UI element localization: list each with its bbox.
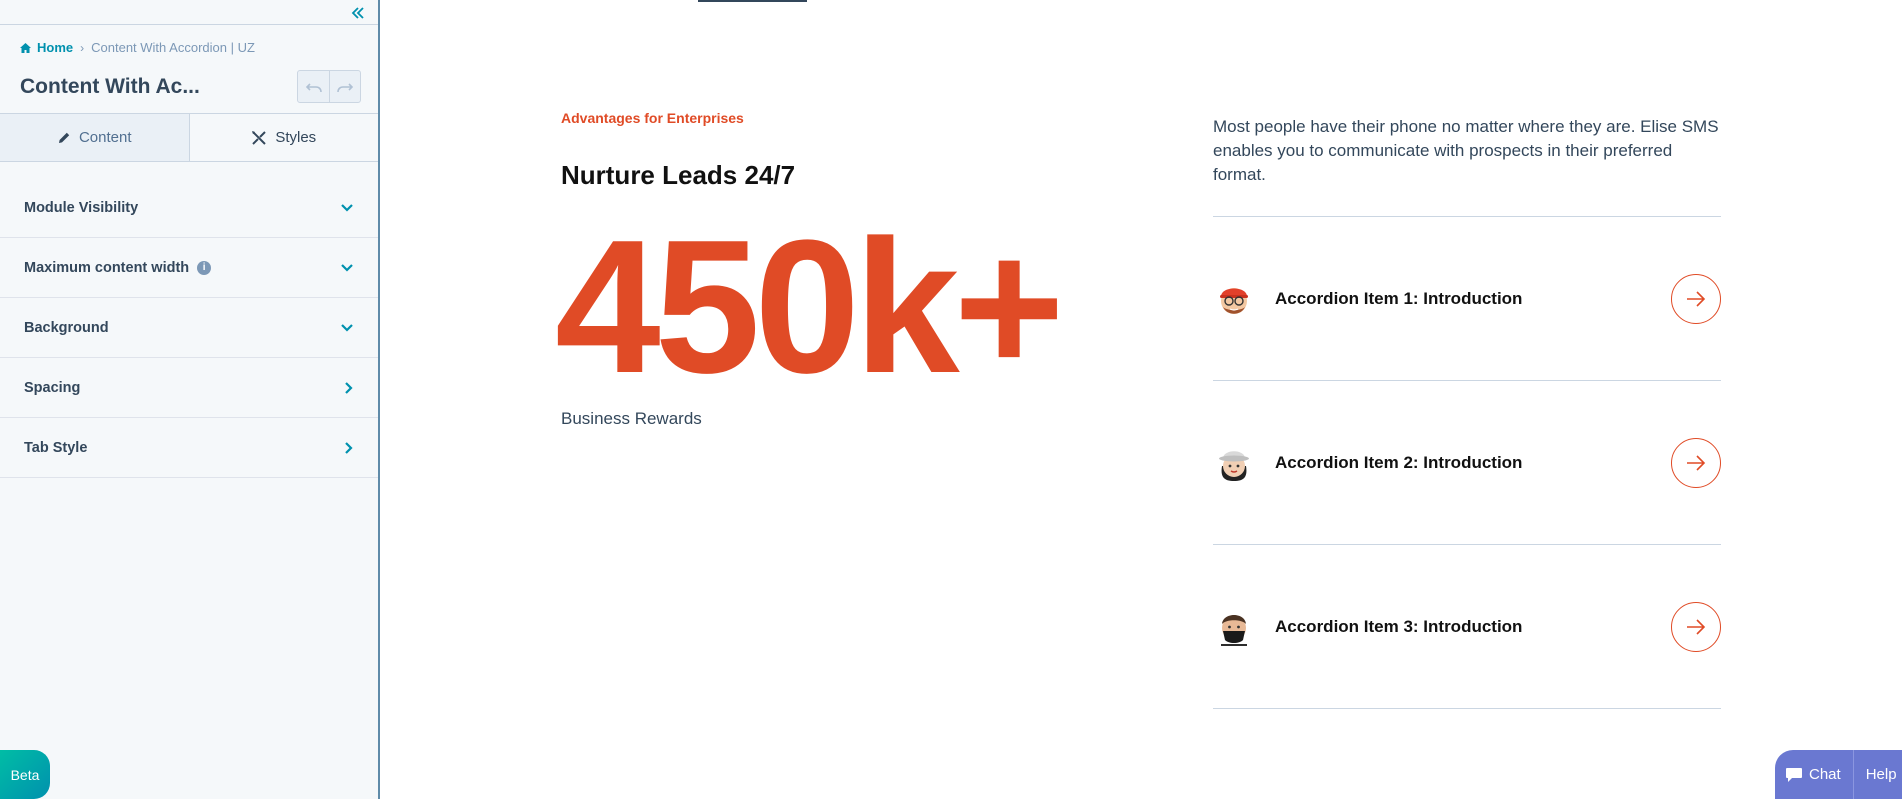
stat-value: 450k+	[555, 201, 1065, 413]
avatar-white-hat-woman-icon	[1219, 450, 1249, 481]
section-label: Background	[24, 319, 109, 336]
arrow-right-icon	[1687, 454, 1706, 471]
help-button[interactable]: Help	[1852, 750, 1902, 799]
chat-button[interactable]: Chat	[1775, 750, 1853, 799]
undo-icon	[305, 82, 322, 92]
accordion-divider	[1213, 708, 1721, 709]
tab-content-label: Content	[78, 129, 132, 146]
section-maximum-content-width[interactable]: Maximum content width i	[0, 238, 378, 298]
accordion-expand-button[interactable]	[1671, 437, 1721, 488]
breadcrumb-home-link[interactable]: Home	[20, 40, 73, 55]
collapse-sidebar-button[interactable]	[348, 3, 368, 23]
avatar-red-cap-glasses-icon	[1220, 287, 1248, 314]
accordion-item-title: Accordion Item 2: Introduction	[1275, 452, 1523, 472]
accordion: Accordion Item 1: Introduction Accordion…	[1213, 216, 1721, 709]
chevron-down-icon	[341, 263, 353, 272]
eyebrow-text: Advantages for Enterprises	[561, 110, 744, 126]
chevron-down-icon	[341, 203, 353, 212]
breadcrumb-current: Content With Accordion | UZ	[91, 40, 255, 55]
chat-bubble-icon	[1786, 767, 1802, 782]
undo-button[interactable]	[298, 71, 329, 102]
breadcrumb: Home › Content With Accordion | UZ	[20, 40, 255, 55]
accordion-expand-button[interactable]	[1671, 601, 1721, 652]
section-label-with-info: Maximum content width i	[24, 259, 212, 276]
styles-icon	[252, 130, 267, 145]
divider	[0, 24, 378, 25]
editor-sidebar: Home › Content With Accordion | UZ Conte…	[0, 0, 380, 799]
avatar-mask-man-icon	[1221, 614, 1247, 646]
editor-tabs: Content Styles	[0, 113, 378, 162]
section-background[interactable]: Background	[0, 298, 378, 358]
section-heading: Nurture Leads 24/7	[561, 160, 796, 190]
chevron-right-icon	[345, 441, 353, 454]
section-label: Tab Style	[24, 439, 88, 456]
section-tab-style[interactable]: Tab Style	[0, 418, 378, 478]
tab-content[interactable]: Content	[0, 114, 190, 161]
arrow-right-icon	[1687, 290, 1706, 307]
section-module-visibility[interactable]: Module Visibility	[0, 178, 378, 238]
style-sections: Module Visibility Maximum content width …	[0, 178, 378, 478]
stat-label: Business Rewards	[561, 409, 702, 428]
redo-icon	[337, 82, 353, 92]
chevron-right-icon	[345, 381, 353, 394]
accordion-item-title: Accordion Item 1: Introduction	[1275, 288, 1523, 308]
arrow-right-icon	[1687, 618, 1706, 635]
section-spacing[interactable]: Spacing	[0, 358, 378, 418]
chat-help-widget: Chat Help	[1775, 750, 1902, 799]
accordion-item-title: Accordion Item 3: Introduction	[1275, 616, 1523, 636]
pencil-icon	[58, 132, 70, 143]
nav-underline	[698, 0, 807, 2]
breadcrumb-home-label: Home	[37, 40, 74, 55]
tab-styles[interactable]: Styles	[189, 114, 378, 161]
chat-label: Chat	[1809, 766, 1841, 783]
chevron-down-icon	[341, 323, 353, 332]
beta-button[interactable]: Beta	[0, 750, 50, 799]
accordion-expand-button[interactable]	[1671, 273, 1721, 324]
home-icon	[20, 42, 31, 53]
section-label: Maximum content width	[24, 259, 190, 276]
section-label: Module Visibility	[24, 199, 139, 216]
accordion-item[interactable]: Accordion Item 3: Introduction	[1213, 545, 1721, 708]
undo-redo-group	[297, 70, 361, 103]
accordion-item[interactable]: Accordion Item 1: Introduction	[1213, 217, 1721, 380]
double-chevron-left-icon	[351, 7, 364, 19]
tab-styles-label: Styles	[275, 129, 317, 146]
redo-button[interactable]	[329, 71, 360, 102]
page-title: Content With Ac...	[20, 75, 200, 98]
chevron-right-icon: ›	[80, 40, 85, 55]
accordion-item[interactable]: Accordion Item 2: Introduction	[1213, 381, 1721, 544]
intro-paragraph: Most people have their phone no matter w…	[1213, 117, 1719, 184]
info-icon[interactable]: i	[197, 260, 212, 275]
section-label: Spacing	[24, 379, 81, 396]
